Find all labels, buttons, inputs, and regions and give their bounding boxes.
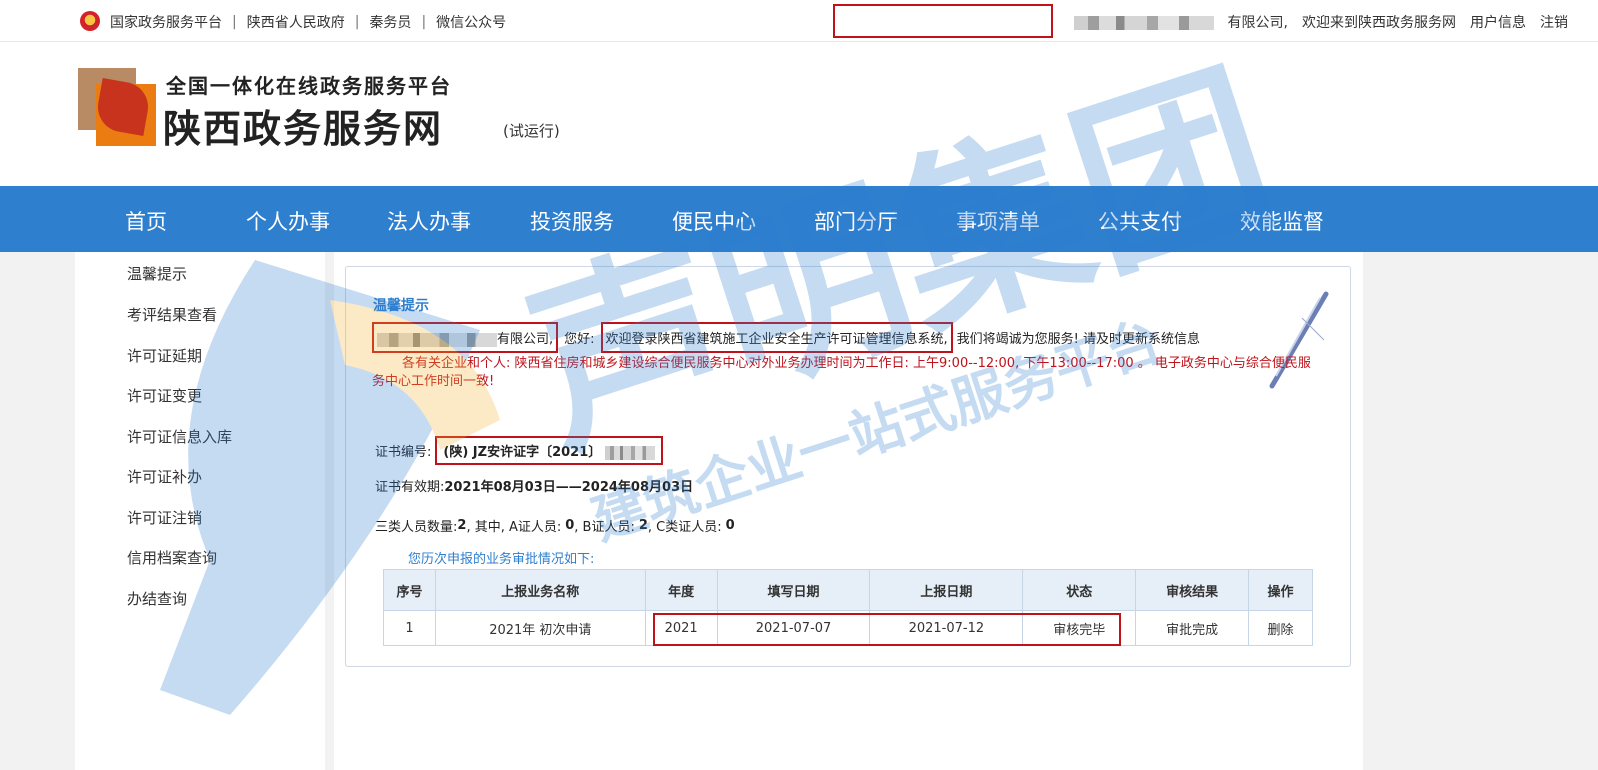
sidebar-item-change[interactable]: 许可证变更	[127, 385, 202, 406]
nav-legal-person[interactable]: 法人办事	[387, 206, 471, 236]
col-header-name: 上报业务名称	[434, 569, 646, 611]
staff-b-value: 2	[638, 518, 648, 533]
link-wechat[interactable]: 微信公众号	[436, 12, 506, 32]
sidebar-item-info-entry[interactable]: 许可证信息入库	[127, 426, 232, 447]
redacted-cert-serial	[605, 445, 656, 460]
history-label: 您历次申报的业务审批情况如下:	[408, 552, 595, 567]
staff-c-label: , C类证人员:	[647, 520, 722, 535]
certificate-number-line: 证书编号: (陕) JZ安许证字〔2021〕	[375, 436, 664, 465]
sidebar: 温馨提示 考评结果查看 许可证延期 许可证变更 许可证信息入库 许可证补办 许可…	[75, 252, 325, 770]
separator: |	[421, 14, 427, 30]
redacted-company-name	[1073, 16, 1214, 30]
company-suffix: 有限公司,	[497, 332, 554, 347]
company-suffix: 有限公司,	[1227, 15, 1288, 31]
col-header-fill-date: 填写日期	[716, 569, 871, 611]
main-nav: 首页 个人办事 法人办事 投资服务 便民中心 部门分厅 事项清单 公共支付 效能…	[0, 186, 1598, 252]
staff-total: 2	[457, 518, 467, 533]
hello-text: 您好:	[564, 332, 595, 347]
company-highlight: 有限公司,	[372, 322, 559, 353]
welcome-system-highlight: 欢迎登录陕西省建筑施工企业安全生产许可证管理信息系统,	[600, 322, 953, 353]
sidebar-item-evaluation[interactable]: 考评结果查看	[127, 304, 217, 325]
nav-convenience[interactable]: 便民中心	[672, 206, 756, 236]
platform-subtitle: 全国一体化在线政务服务平台	[166, 74, 452, 98]
nav-public-payment[interactable]: 公共支付	[1098, 206, 1182, 236]
link-qinwuyuan[interactable]: 秦务员	[369, 12, 411, 32]
nav-investment[interactable]: 投资服务	[530, 206, 614, 236]
staff-b-label: , B证人员:	[574, 520, 635, 535]
nav-item-list[interactable]: 事项清单	[956, 206, 1040, 236]
top-bar: 国家政务服务平台 | 陕西省人民政府 | 秦务员 | 微信公众号 有限公司, 欢…	[0, 0, 1598, 42]
link-shaanxi-government[interactable]: 陕西省人民政府	[247, 12, 345, 32]
redacted-company-name	[377, 332, 497, 347]
nav-departments[interactable]: 部门分厅	[814, 206, 898, 236]
staff-a-value: 0	[565, 518, 575, 533]
cell-result-link[interactable]: 审批完成	[1135, 610, 1249, 646]
staff-count-line: 三类人员数量: 2 , 其中, A证人员: 0 , B证人员: 2 , C类证人…	[375, 516, 735, 535]
separator: |	[354, 14, 360, 30]
user-info-link[interactable]: 用户信息	[1470, 12, 1526, 32]
greeting-line: 有限公司, 您好: 欢迎登录陕西省建筑施工企业安全生产许可证管理信息系统, 我们…	[372, 322, 1200, 353]
col-header-result: 审核结果	[1135, 569, 1249, 611]
staff-label: 三类人员数量:	[375, 520, 458, 535]
sidebar-item-tips[interactable]: 温馨提示	[127, 263, 187, 284]
cell-no: 1	[383, 610, 436, 646]
cert-no-value: (陕) JZ安许证字〔2021〕	[443, 445, 602, 460]
sidebar-item-extension[interactable]: 许可证延期	[127, 345, 202, 366]
trial-label: (试运行)	[503, 122, 560, 140]
right-gutter	[1363, 252, 1598, 770]
validity-value: 2021年08月03日——2024年08月03日	[444, 480, 694, 495]
office-hours-notice: 各有关企业和个人: 陕西省住房和城乡建设综合便民服务中心对外业务办理时间为工作日…	[372, 356, 1311, 389]
tip-title: 温馨提示	[373, 298, 429, 314]
sidebar-item-reissue[interactable]: 许可证补办	[127, 466, 202, 487]
row-highlight-box	[653, 613, 1121, 646]
company-name: 有限公司,	[1060, 12, 1288, 32]
table-header-row: 序号 上报业务名称 年度 填写日期 上报日期 状态 审核结果 操作	[383, 569, 1313, 611]
sidebar-item-cancel[interactable]: 许可证注销	[127, 507, 202, 528]
staff-c-value: 0	[725, 518, 735, 533]
col-header-report-date: 上报日期	[869, 569, 1024, 611]
validity-line: 证书有效期: 2021年08月03日——2024年08月03日	[375, 476, 693, 495]
top-right-links: 有限公司, 欢迎来到陕西政务服务网 用户信息 注销	[1060, 12, 1568, 32]
site-logo-icon[interactable]	[78, 68, 156, 146]
separator: |	[232, 14, 237, 30]
sidebar-item-completed[interactable]: 办结查询	[127, 588, 187, 609]
staff-a-label: , 其中, A证人员:	[466, 520, 562, 535]
link-national-platform[interactable]: 国家政务服务平台	[110, 12, 222, 32]
site-name: 陕西政务服务网	[163, 107, 444, 151]
nav-home[interactable]: 首页	[125, 206, 167, 236]
cell-business-name-link[interactable]: 2021年 初次申请	[434, 610, 646, 646]
national-emblem-icon	[80, 11, 100, 31]
service-text: 我们将竭诚为您服务! 请及时更新系统信息	[956, 332, 1201, 347]
validity-label: 证书有效期:	[375, 480, 445, 495]
cert-no-highlight: (陕) JZ安许证字〔2021〕	[435, 436, 664, 465]
logout-link[interactable]: 注销	[1540, 12, 1568, 32]
cert-no-label: 证书编号:	[375, 445, 432, 460]
col-header-no: 序号	[383, 569, 436, 611]
welcome-text: 欢迎来到陕西政务服务网	[1302, 15, 1456, 31]
nav-supervision[interactable]: 效能监督	[1240, 206, 1324, 236]
sidebar-item-credit[interactable]: 信用档案查询	[127, 547, 217, 568]
col-header-year: 年度	[644, 569, 718, 611]
col-header-action: 操作	[1248, 569, 1313, 611]
top-left-links: 国家政务服务平台 | 陕西省人民政府 | 秦务员 | 微信公众号	[110, 12, 506, 32]
company-highlight-box	[833, 4, 1053, 38]
col-header-status: 状态	[1022, 569, 1137, 611]
nav-personal[interactable]: 个人办事	[246, 206, 330, 236]
delete-button[interactable]: 删除	[1248, 610, 1313, 646]
